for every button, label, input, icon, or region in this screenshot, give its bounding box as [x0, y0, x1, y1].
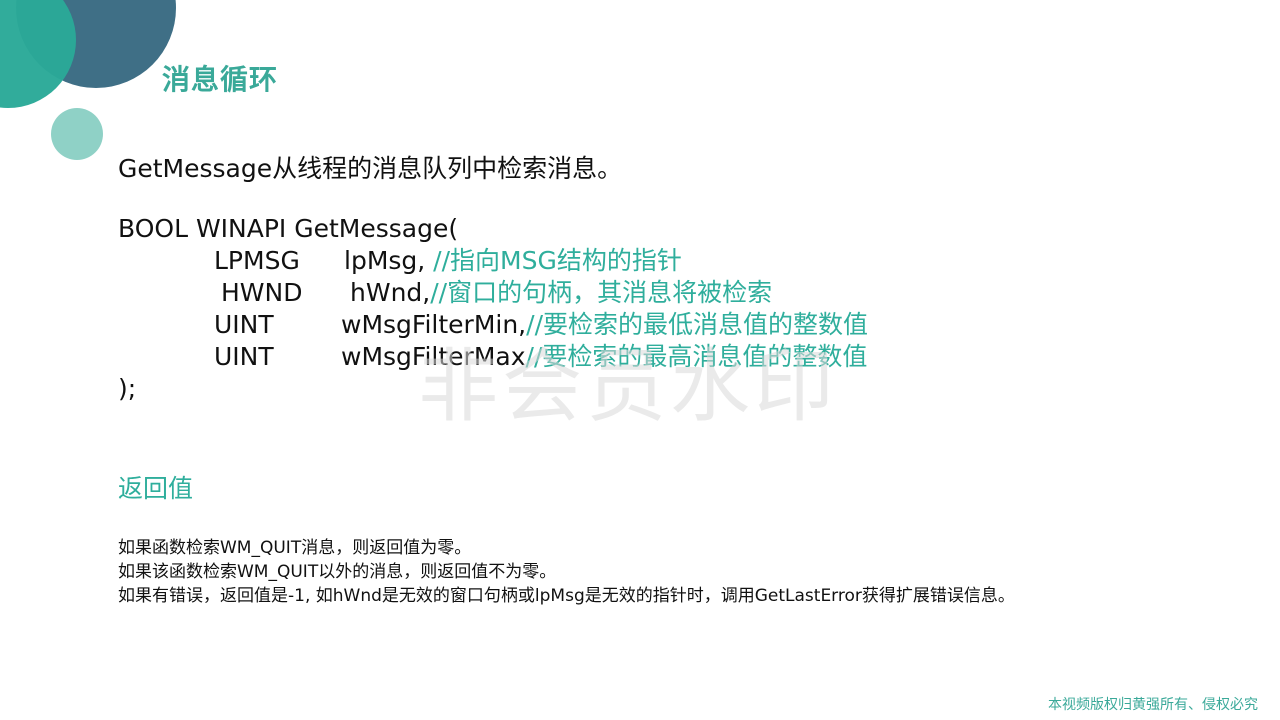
code-signature: BOOL WINAPI GetMessage(: [118, 214, 459, 243]
copyright-notice: 本视频版权归黄强所有、侵权必究: [1048, 697, 1258, 713]
param-type: LPMSG: [214, 246, 300, 275]
return-line: 如果该函数检索WM_QUIT以外的消息，则返回值不为零。: [118, 562, 557, 582]
return-line: 如果有错误，返回值是-1, 如hWnd是无效的窗口句柄或lpMsg是无效的指针时…: [118, 586, 1015, 606]
param-name-comment: lpMsg, //指向MSG结构的指针: [344, 245, 682, 277]
watermark: 非会员水印: [418, 340, 838, 433]
slide-title: 消息循环: [162, 63, 279, 96]
param-comment: //窗口的句柄，其消息将被检索: [430, 278, 773, 307]
code-param-row: UINT wMsgFilterMax//要检索的最高消息值的整数值: [118, 341, 867, 373]
param-comment: //指向MSG结构的指针: [425, 246, 682, 275]
param-name: lpMsg,: [344, 246, 426, 275]
intro-text: GetMessage从线程的消息队列中检索消息。: [118, 154, 623, 183]
code-param-row: HWND hWnd,//窗口的句柄，其消息将被检索: [118, 277, 772, 309]
code-param-row: UINT wMsgFilterMin,//要检索的最低消息值的整数值: [118, 309, 868, 341]
code-closing: );: [118, 374, 137, 403]
param-name: hWnd,: [350, 278, 431, 307]
return-value-description: 如果函数检索WM_QUIT消息，则返回值为零。 如果该函数检索WM_QUIT以外…: [118, 536, 1015, 608]
return-value-heading: 返回值: [118, 474, 194, 503]
code-param-row: LPMSG lpMsg, //指向MSG结构的指针: [118, 245, 682, 277]
param-type: HWND: [221, 278, 303, 307]
param-type: UINT: [214, 342, 274, 371]
decor-circle-teal: [0, 0, 76, 108]
code-block: BOOL WINAPI GetMessage( LPMSG lpMsg, //指…: [118, 213, 868, 405]
param-name-comment: hWnd,//窗口的句柄，其消息将被检索: [350, 277, 772, 309]
decor-circle-light: [51, 108, 103, 160]
param-type: UINT: [214, 310, 274, 339]
return-line: 如果函数检索WM_QUIT消息，则返回值为零。: [118, 538, 472, 558]
